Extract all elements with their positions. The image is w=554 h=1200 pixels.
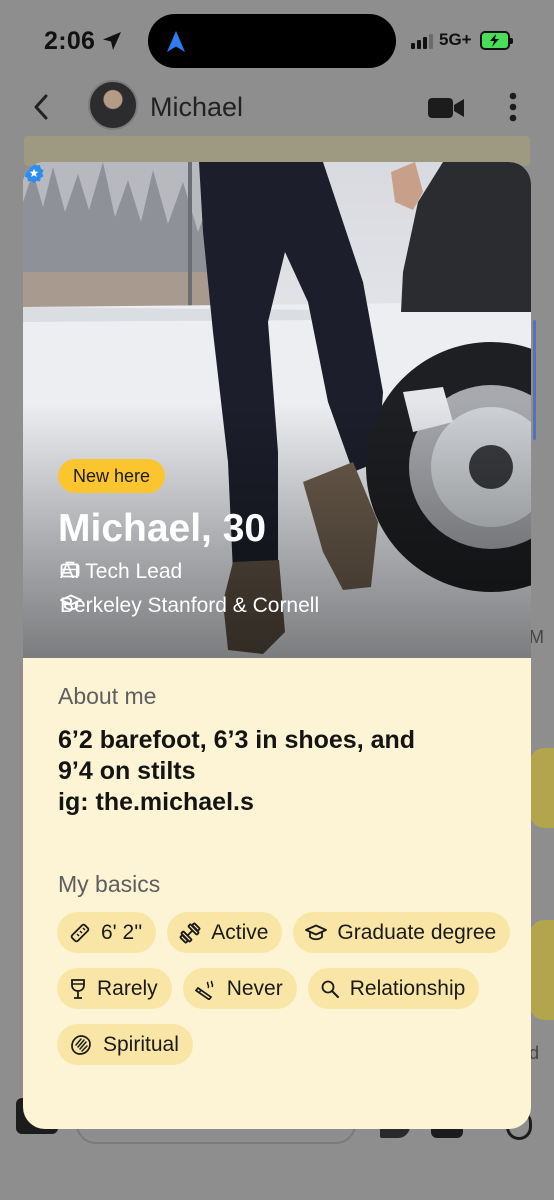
profile-photo[interactable]: New here Michael, 30 AI Tech Lead Berkel…	[23, 162, 531, 658]
background-message-bubble	[530, 748, 554, 828]
education-row: Berkeley Stanford & Cornell	[60, 594, 319, 618]
education-text: Berkeley Stanford & Cornell	[60, 594, 320, 617]
profile-name-age: Michael, 30	[58, 507, 267, 550]
network-type: 5G+	[439, 30, 472, 49]
chip-label: 6' 2''	[101, 920, 143, 944]
navigation-arrow-icon	[167, 31, 185, 52]
basics-chip-smoking: Never	[182, 968, 297, 1009]
basics-chip-drinking: Rarely	[57, 968, 172, 1009]
basics-chip-exercise: Active	[167, 912, 283, 953]
profile-card[interactable]: New here Michael, 30 AI Tech Lead Berkel…	[23, 162, 531, 1129]
new-here-badge: New here	[58, 459, 166, 493]
graduation-cap-icon	[305, 924, 328, 940]
basics-chip-height: 6' 2''	[57, 912, 157, 953]
about-me-heading: About me	[58, 683, 157, 709]
background-message-bubble	[530, 920, 554, 1020]
avatar[interactable]	[88, 80, 138, 130]
job-row: AI Tech Lead	[60, 560, 182, 584]
chat-header: Michael	[0, 80, 554, 138]
battery-charging-icon	[480, 31, 513, 50]
basics-chip-religion: Spiritual	[57, 1024, 193, 1065]
video-call-icon[interactable]	[427, 96, 465, 120]
graduation-cap-icon	[60, 594, 82, 611]
verified-badge-icon	[24, 163, 44, 184]
status-time: 2:06	[44, 27, 96, 55]
wine-glass-icon	[71, 978, 85, 999]
chip-label: Spiritual	[103, 1032, 179, 1056]
chat-contact-name[interactable]: Michael	[150, 92, 243, 123]
cellular-signal-icon	[411, 34, 433, 49]
basics-chip-education: Graduate degree	[293, 912, 511, 953]
location-arrow-icon	[103, 32, 121, 50]
background-text-fragment: M	[529, 627, 544, 647]
back-chevron-icon[interactable]	[28, 92, 58, 122]
dumbbell-icon	[179, 922, 201, 943]
chip-label: Rarely	[97, 976, 158, 1000]
chip-label: Graduate degree	[337, 920, 497, 944]
about-me-text: 6’2 barefoot, 6’3 in shoes, and 9’4 on s…	[58, 726, 416, 816]
magnifier-icon	[321, 980, 339, 998]
chip-label: Active	[211, 920, 269, 944]
chip-label: Relationship	[349, 976, 466, 1000]
ruler-icon	[70, 923, 90, 942]
praying-hands-icon	[71, 1034, 91, 1055]
status-bar: 2:06 5G+	[0, 0, 554, 84]
chip-label: Never	[226, 976, 283, 1000]
more-options-icon[interactable]	[508, 92, 518, 122]
background-photo-edge	[533, 320, 536, 440]
cigarette-icon	[194, 979, 213, 1000]
basics-chip-looking-for: Relationship	[307, 968, 480, 1009]
my-basics-heading: My basics	[58, 871, 161, 897]
briefcase-icon	[60, 561, 80, 578]
basics-chip-list: 6' 2'' Active Graduate degree Rarely Nev…	[57, 912, 517, 1065]
